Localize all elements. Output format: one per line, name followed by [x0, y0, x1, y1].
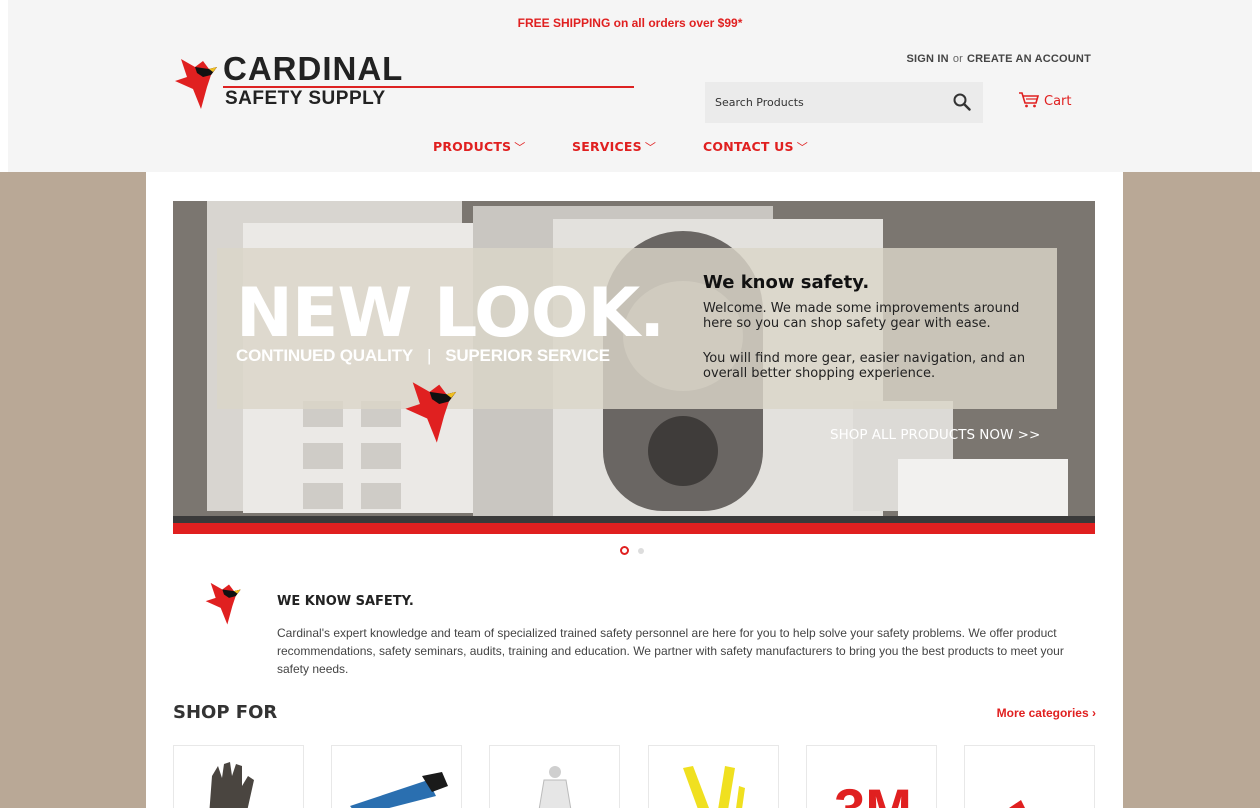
hero-slideshow[interactable]: NEW LOOK. CONTINUED QUALITY | SUPERIOR SER…	[173, 201, 1095, 534]
3m-logo-image: 3M	[834, 777, 912, 808]
account-links: SIGN IN or CREATE AN ACCOUNT	[906, 53, 1091, 65]
cardinal-bird-icon	[175, 59, 217, 109]
gloves-image	[209, 762, 254, 808]
tagline-service: SUPERIOR SERVICE	[445, 346, 610, 365]
shop-all-products-link[interactable]: SHOP ALL PRODUCTS NOW >>	[830, 427, 1040, 443]
main-content: NEW LOOK. CONTINUED QUALITY | SUPERIOR SER…	[146, 172, 1123, 808]
search-box	[705, 82, 983, 123]
free-shipping-banner[interactable]: FREE SHIPPING on all orders over $99*	[0, 16, 1260, 30]
hero-headline: NEW LOOK.	[236, 274, 665, 353]
about-heading: WE KNOW SAFETY.	[277, 594, 414, 609]
nav-products-label: PRODUCTS	[433, 139, 512, 154]
more-categories-link[interactable]: More categories ›	[997, 706, 1096, 720]
chevron-down-icon: ﹀	[644, 141, 657, 154]
hero-more-text: You will find more gear, easier navigati…	[703, 351, 1026, 381]
nav-services-label: SERVICES	[572, 139, 642, 154]
tool-image	[350, 772, 448, 808]
cardinal-bird-icon	[405, 382, 457, 443]
hero-background-screenshot	[898, 459, 1068, 519]
nav-services[interactable]: SERVICES ﹀	[572, 139, 656, 155]
hero-tagline: CONTINUED QUALITY | SUPERIOR SERVICE	[236, 346, 610, 366]
shop-for-heading: SHOP FOR	[173, 702, 278, 723]
brand-name: CARDINAL	[223, 50, 404, 87]
category-tile-more[interactable]	[964, 745, 1095, 808]
about-description: Cardinal's expert knowledge and team of …	[277, 626, 1064, 676]
slide-dot-2[interactable]	[638, 548, 644, 554]
hero-red-stripe	[173, 523, 1095, 534]
chevron-down-icon: ﹀	[514, 141, 526, 154]
main-nav: PRODUCTS ﹀ SERVICES ﹀ CONTACT US ﹀	[0, 139, 1260, 159]
nav-contact[interactable]: CONTACT US ﹀	[703, 139, 808, 155]
cardinal-bird-icon	[205, 582, 241, 625]
harness-image	[683, 766, 745, 808]
tagline-separator: |	[426, 346, 432, 365]
category-tiles: 3M	[173, 745, 1095, 808]
category-tile-gloves[interactable]	[173, 745, 304, 808]
hero-welcome-text: Welcome. We made some improvements aroun…	[703, 301, 1020, 331]
search-icon[interactable]	[953, 93, 971, 116]
create-account-link[interactable]: CREATE AN ACCOUNT	[967, 53, 1091, 65]
cart-icon	[1019, 92, 1040, 108]
category-tile-3m[interactable]: 3M	[806, 745, 937, 808]
brand-tagline: SAFETY SUPPLY	[225, 88, 386, 109]
chevron-down-icon: ﹀	[796, 141, 808, 154]
cart-link[interactable]: Cart	[1018, 92, 1072, 109]
red-product-image	[1009, 800, 1025, 808]
hero-dark-stripe	[173, 516, 1095, 523]
tagline-quality: CONTINUED QUALITY	[236, 346, 413, 365]
account-or-text: or	[952, 53, 963, 65]
site-logo[interactable]: CARDINAL SAFETY SUPPLY	[173, 51, 643, 113]
hero-title: We know safety.	[703, 272, 870, 293]
cart-label: Cart	[1044, 94, 1072, 109]
coverall-image	[538, 766, 572, 808]
nav-products[interactable]: PRODUCTS ﹀	[433, 139, 525, 155]
sign-in-link[interactable]: SIGN IN	[906, 53, 948, 65]
category-tile-clothing[interactable]	[489, 745, 620, 808]
mask-filter	[648, 416, 718, 486]
site-header: FREE SHIPPING on all orders over $99* CA…	[0, 0, 1260, 172]
nav-contact-label: CONTACT US	[703, 139, 794, 154]
slide-dot-1[interactable]	[620, 546, 629, 555]
search-input[interactable]	[705, 82, 945, 123]
category-tile-tools[interactable]	[331, 745, 462, 808]
category-tile-fall-protection[interactable]	[648, 745, 779, 808]
svg-text:3M: 3M	[834, 777, 912, 808]
